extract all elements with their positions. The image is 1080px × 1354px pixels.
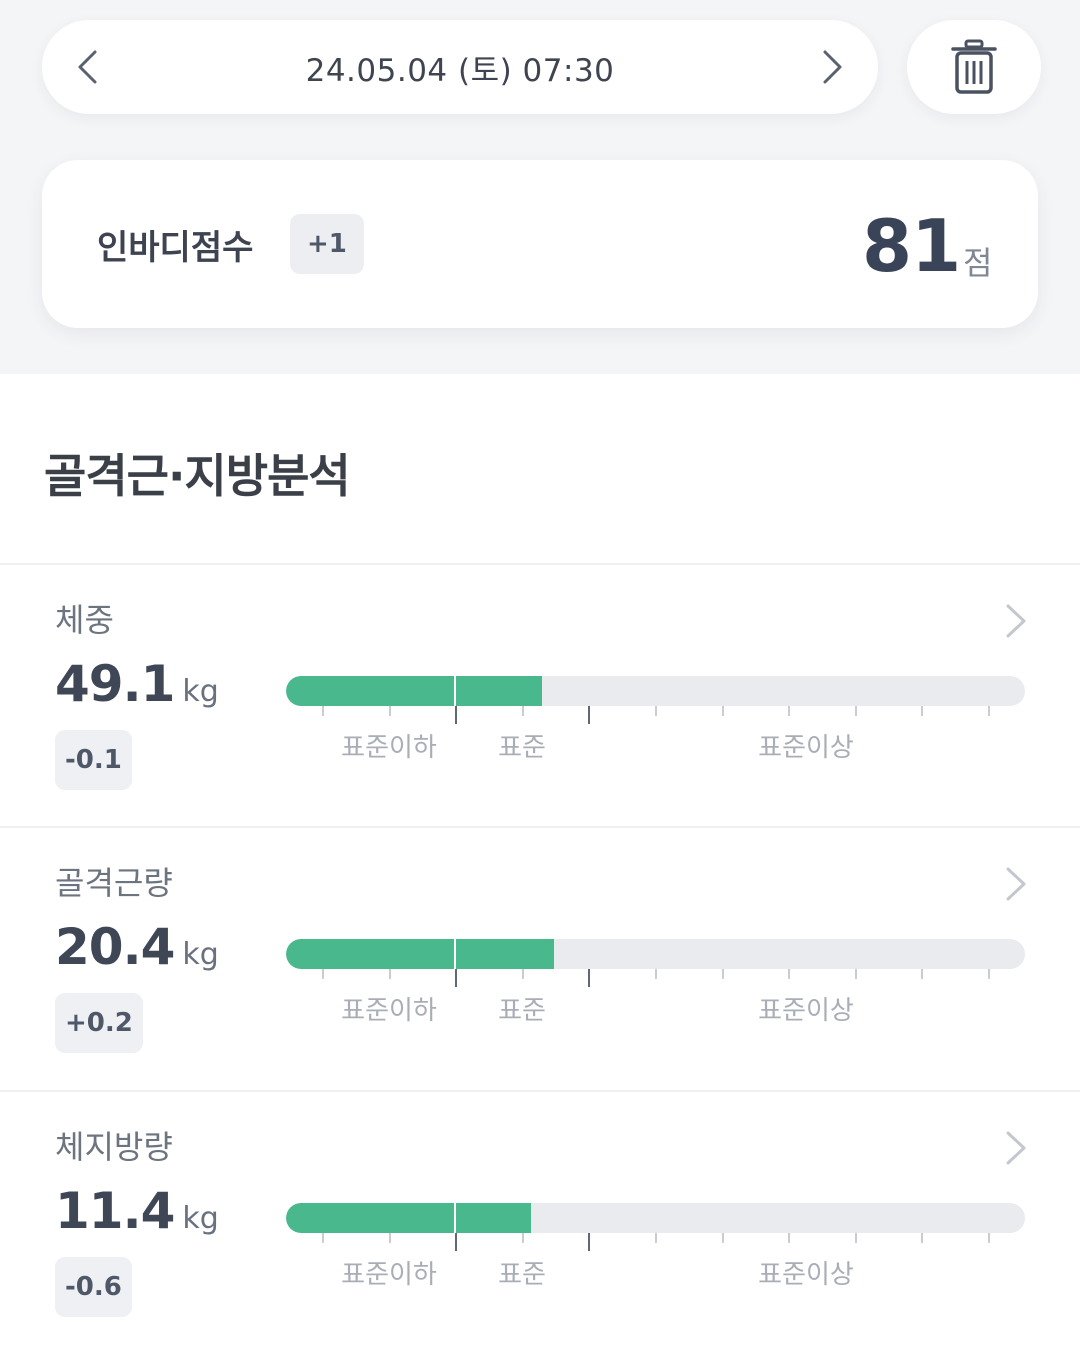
next-date-button[interactable]	[788, 20, 878, 114]
scale-tick	[722, 969, 724, 979]
metric-delta-badge: -0.6	[55, 1257, 132, 1317]
scale-tick-major	[588, 1233, 590, 1251]
metric-name: 체중	[55, 601, 114, 639]
range-label-above: 표준이상	[758, 996, 854, 1026]
scale-tick	[988, 1233, 990, 1243]
score-unit: 점	[963, 244, 993, 282]
metric-row-weight[interactable]: 체중 49.1 kg -0.1 표준이하 표준 표준이상	[0, 565, 1080, 827]
scale-tick	[788, 706, 790, 716]
scale-tick	[522, 1233, 524, 1243]
section-title: 골격근·지방분석	[44, 449, 351, 503]
standard-start-marker	[454, 939, 456, 969]
scale-tick	[988, 706, 990, 716]
date-label[interactable]: 24.05.04 (토) 07:30	[42, 20, 878, 114]
range-label-below: 표준이하	[341, 996, 437, 1026]
scale-tick	[921, 706, 923, 716]
scale-tick	[788, 969, 790, 979]
scale-tick	[722, 1233, 724, 1243]
scale-tick	[655, 1233, 657, 1243]
scale-tick-major	[588, 706, 590, 724]
scale-tick-major	[455, 1233, 457, 1251]
delete-button[interactable]	[907, 20, 1041, 114]
range-label-below: 표준이하	[341, 733, 437, 763]
range-label-standard: 표준	[498, 996, 546, 1026]
standard-start-marker	[454, 676, 456, 706]
metric-number: 11.4	[55, 1182, 175, 1240]
header-area: 24.05.04 (토) 07:30 인바디점수 +1 81 점	[0, 0, 1080, 374]
level-bar-fill	[286, 1203, 532, 1233]
metric-value: 20.4 kg	[55, 918, 219, 976]
metric-value: 49.1 kg	[55, 655, 219, 713]
metric-row-skeletal-muscle[interactable]: 골격근량 20.4 kg +0.2 표준이하 표준 표준이상	[0, 828, 1080, 1090]
scale-tick	[921, 1233, 923, 1243]
score-value: 81	[862, 204, 961, 288]
scale-tick	[522, 706, 524, 716]
metric-delta-badge: -0.1	[55, 730, 132, 790]
chevron-right-icon[interactable]	[1000, 1130, 1030, 1166]
inbody-score-card: 인바디점수 +1 81 점	[42, 160, 1038, 328]
scale-tick	[988, 969, 990, 979]
metric-value: 11.4 kg	[55, 1182, 219, 1240]
score-label: 인바디점수	[97, 228, 254, 268]
scale-tick	[655, 969, 657, 979]
trash-icon	[951, 39, 997, 94]
level-bar	[286, 1203, 1025, 1233]
level-bar-fill	[286, 939, 555, 969]
metric-number: 20.4	[55, 918, 175, 976]
metric-number: 49.1	[55, 655, 175, 713]
scale-tick	[921, 969, 923, 979]
scale-tick	[322, 969, 324, 979]
metric-unit: kg	[182, 1201, 219, 1236]
level-bar	[286, 676, 1025, 706]
range-label-standard: 표준	[498, 1260, 546, 1290]
metric-name: 체지방량	[55, 1128, 173, 1166]
metric-delta-badge: +0.2	[55, 993, 143, 1053]
scale-tick	[655, 706, 657, 716]
scale-tick	[522, 969, 524, 979]
chevron-right-icon	[823, 50, 842, 84]
scale-tick	[855, 706, 857, 716]
range-label-below: 표준이하	[341, 1260, 437, 1290]
metric-unit: kg	[182, 937, 219, 972]
scale-tick	[788, 1233, 790, 1243]
range-label-standard: 표준	[498, 733, 546, 763]
range-label-above: 표준이상	[758, 1260, 854, 1290]
level-bar	[286, 939, 1025, 969]
scale-tick	[389, 1233, 391, 1243]
score-delta-badge: +1	[290, 214, 364, 274]
chevron-right-icon[interactable]	[1000, 603, 1030, 639]
metric-unit: kg	[182, 674, 219, 709]
scale-tick	[855, 1233, 857, 1243]
chevron-right-icon[interactable]	[1000, 866, 1030, 902]
level-bar-fill	[286, 676, 543, 706]
range-label-above: 표준이상	[758, 733, 854, 763]
metric-row-body-fat[interactable]: 체지방량 11.4 kg -0.6 표준이하 표준 표준이상	[0, 1092, 1080, 1354]
metric-name: 골격근량	[55, 864, 173, 902]
scale-tick	[389, 969, 391, 979]
standard-start-marker	[454, 1203, 456, 1233]
scale-tick	[322, 706, 324, 716]
scale-tick-major	[588, 969, 590, 987]
scale-tick	[322, 1233, 324, 1243]
scale-tick	[855, 969, 857, 979]
date-selector: 24.05.04 (토) 07:30	[42, 20, 878, 114]
scale-tick-major	[455, 706, 457, 724]
scale-tick	[389, 706, 391, 716]
scale-tick-major	[455, 969, 457, 987]
scale-tick	[722, 706, 724, 716]
